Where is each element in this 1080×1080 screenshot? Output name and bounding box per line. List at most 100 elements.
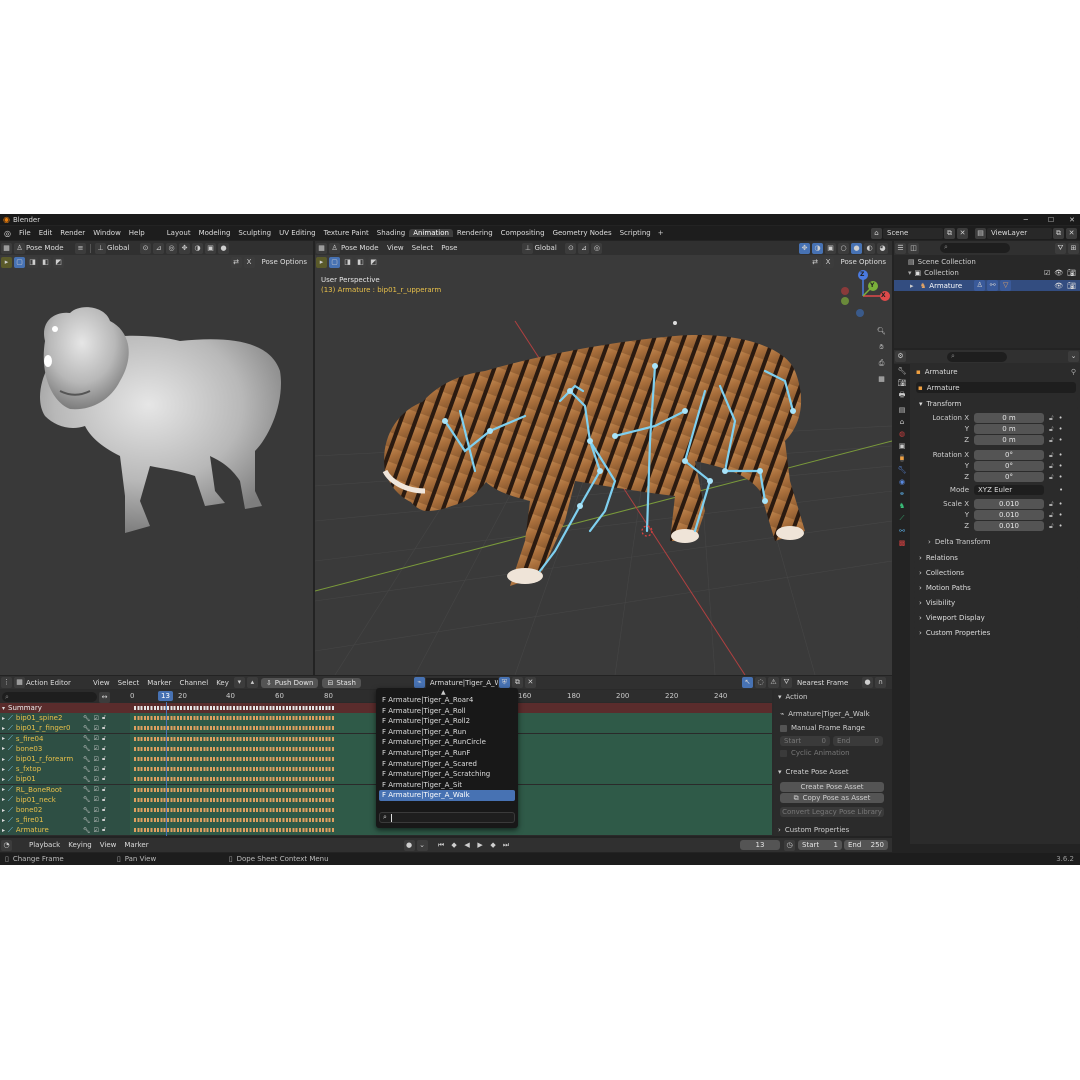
rotation-x-keyframe-icon[interactable]: •	[1059, 451, 1063, 459]
collection-visibility-icon[interactable]: 👁︎	[1054, 269, 1063, 277]
channel-header[interactable]: ▸ ⟋ s_fire01 🔧︎ ☑ 🔓︎	[0, 815, 130, 826]
show-hidden-icon[interactable]: ◌	[755, 677, 766, 688]
channel-checkbox-icon[interactable]: ☑	[94, 786, 99, 793]
scale-x-keyframe-icon[interactable]: •	[1059, 500, 1063, 508]
wrench-icon[interactable]: 🔧︎	[83, 735, 91, 742]
rotation-y-field[interactable]: 0°	[974, 461, 1044, 471]
zoom-icon[interactable]: 🔍︎	[876, 326, 887, 337]
channel-checkbox-icon[interactable]: ☑	[94, 817, 99, 824]
rotation-z-lock-icon[interactable]: 🔓︎	[1049, 473, 1054, 482]
ae-menu-key[interactable]: Key	[212, 679, 233, 687]
collection-render-icon[interactable]: 📷︎	[1067, 269, 1076, 277]
push-down-button[interactable]: ⇩ Push Down	[260, 677, 319, 688]
keyframe-strip[interactable]	[134, 736, 334, 741]
wrench-icon[interactable]: 🔧︎	[83, 807, 91, 814]
dropdown-action-item[interactable]: F Armature|Tiger_A_RunF	[379, 748, 515, 759]
outliner-row-armature[interactable]: ▸ ♞ Armature ♙ ⚯ ▽ 👁︎ 📷︎	[894, 280, 1080, 291]
scale-z-lock-icon[interactable]: 🔓︎	[1049, 522, 1054, 531]
lock-icon[interactable]: 🔓︎	[102, 816, 106, 824]
create-pose-asset-button[interactable]: Create Pose Asset	[780, 782, 884, 792]
scale-y-keyframe-icon[interactable]: •	[1059, 511, 1063, 519]
tl-menu-marker[interactable]: Marker	[120, 841, 152, 849]
channel-header[interactable]: ▸ ⟋ bone02 🔧︎ ☑ 🔓︎	[0, 805, 130, 815]
keyframe-strip[interactable]	[134, 746, 334, 751]
channel-expand-icon[interactable]: ▸	[2, 807, 5, 814]
channel-header[interactable]: ▸ ⟋ bip01 🔧︎ ☑ 🔓︎	[0, 774, 130, 785]
jump-next-key-icon[interactable]: ◆	[488, 840, 499, 851]
wrench-icon[interactable]: 🔧︎	[83, 776, 91, 783]
tab-sculpting[interactable]: Sculpting	[234, 229, 275, 237]
dropdown-action-item[interactable]: F Armature|Tiger_A_Roll2	[379, 716, 515, 727]
left-viewport[interactable]: ▦ ♙ Pose Mode ≡ ⊥ Global ⊙ ⊿ ◎ ✥ ◑ ▣ ● ▸…	[0, 241, 313, 675]
channel-expand-icon[interactable]: ▸	[2, 745, 5, 752]
tab-shading[interactable]: Shading	[373, 229, 409, 237]
view-layer-icon[interactable]: ▤	[975, 227, 986, 239]
motion-paths-panel-header[interactable]: › Motion Paths	[914, 582, 1078, 593]
object-tab-icon[interactable]: ▪	[899, 454, 905, 462]
tab-rendering[interactable]: Rendering	[453, 229, 497, 237]
world-tab-icon[interactable]: ◍	[899, 430, 905, 438]
scene-selector[interactable]: Scene	[883, 227, 943, 239]
wrench-icon[interactable]: 🔧︎	[83, 766, 91, 773]
delta-transform-subpanel[interactable]: › Delta Transform	[928, 538, 991, 546]
ae-menu-channel[interactable]: Channel	[175, 679, 212, 687]
view-layer-remove-icon[interactable]: ✕	[1066, 227, 1077, 239]
scale-x-field[interactable]: 0.010	[974, 499, 1044, 509]
rotation-y-keyframe-icon[interactable]: •	[1059, 462, 1063, 470]
dropdown-action-item[interactable]: F Armature|Tiger_A_Run	[379, 727, 515, 738]
wrench-icon[interactable]: 🔧︎	[83, 796, 91, 803]
action-editor-mode-select[interactable]: Action Editor	[26, 679, 81, 687]
channel-expand-icon[interactable]: ▸	[2, 766, 5, 773]
channel-checkbox-icon[interactable]: ☑	[94, 725, 99, 732]
tab-compositing[interactable]: Compositing	[497, 229, 549, 237]
keyframe-strip[interactable]	[134, 706, 334, 710]
sidebar-custom-properties-header[interactable]: › Custom Properties	[778, 826, 849, 834]
channel-expand-icon[interactable]: ▸	[2, 715, 5, 722]
ae-down-icon[interactable]: ▴	[246, 677, 258, 688]
keyframe-strip[interactable]	[134, 726, 334, 731]
rotation-mode-keyframe-icon[interactable]: •	[1059, 486, 1063, 494]
viewport-display-panel-header[interactable]: › Viewport Display	[914, 612, 1078, 623]
outliner-search-input[interactable]: ⌕	[940, 243, 1010, 253]
keyframe-strip[interactable]	[134, 797, 334, 802]
properties-type-icon[interactable]: ⚙	[895, 351, 906, 362]
manual-frame-range-checkbox[interactable]	[780, 724, 787, 732]
menu-file[interactable]: File	[15, 229, 35, 237]
action-copy-icon[interactable]: ⧉	[511, 677, 523, 688]
menu-keying[interactable]: Keying	[64, 841, 96, 849]
tool-tab-icon[interactable]: 🔧︎	[898, 367, 907, 375]
channel-header[interactable]: ▾ Summary	[0, 703, 130, 713]
menu-edit[interactable]: Edit	[35, 229, 57, 237]
relations-panel-header[interactable]: › Relations	[914, 552, 1078, 563]
lock-icon[interactable]: 🔓︎	[102, 714, 106, 722]
scale-z-field[interactable]: 0.010	[974, 521, 1044, 531]
fcurve-icon[interactable]: ∩	[875, 677, 886, 688]
wrench-icon[interactable]: 🔧︎	[83, 745, 91, 752]
channel-checkbox-icon[interactable]: ☑	[94, 827, 99, 834]
outliner-display-icon[interactable]: ◫	[908, 242, 919, 254]
current-frame-field[interactable]: 13	[740, 840, 780, 850]
menu-playback[interactable]: Playback	[25, 841, 64, 849]
wrench-icon[interactable]: 🔧︎	[83, 786, 91, 793]
lock-icon[interactable]: 🔓︎	[102, 724, 106, 732]
channel-expand-icon[interactable]: ▸	[2, 827, 5, 834]
play-icon[interactable]: ▶	[475, 840, 486, 851]
rotation-y-lock-icon[interactable]: 🔓︎	[1049, 462, 1054, 471]
pose-asset-panel-header[interactable]: ▾ Create Pose Asset	[778, 768, 849, 776]
dropdown-action-item[interactable]: F Armature|Tiger_A_Roar4	[379, 695, 515, 706]
channel-expand-icon[interactable]: ▸	[2, 796, 5, 803]
maximize-icon[interactable]: ☐	[1048, 216, 1054, 224]
location-x-lock-icon[interactable]: 🔓︎	[1049, 414, 1054, 423]
jump-end-icon[interactable]: ⏭	[501, 840, 512, 851]
bone-constraint-tab-icon[interactable]: ⚯	[899, 527, 905, 535]
lock-icon[interactable]: 🔓︎	[102, 775, 106, 783]
copy-pose-button[interactable]: ⧉ Copy Pose as Asset	[780, 793, 884, 803]
location-z-keyframe-icon[interactable]: •	[1059, 436, 1063, 444]
pin-icon[interactable]: ⚲	[1071, 368, 1076, 376]
custom-properties-panel-header[interactable]: › Custom Properties	[914, 627, 1078, 638]
scale-y-field[interactable]: 0.010	[974, 510, 1044, 520]
proportional-edit-icon[interactable]: ●	[862, 677, 873, 688]
action-browse-icon[interactable]: ⌁	[413, 677, 425, 688]
rotation-x-lock-icon[interactable]: 🔓︎	[1049, 451, 1054, 460]
dropdown-action-item[interactable]: F Armature|Tiger_A_Scared	[379, 759, 515, 770]
